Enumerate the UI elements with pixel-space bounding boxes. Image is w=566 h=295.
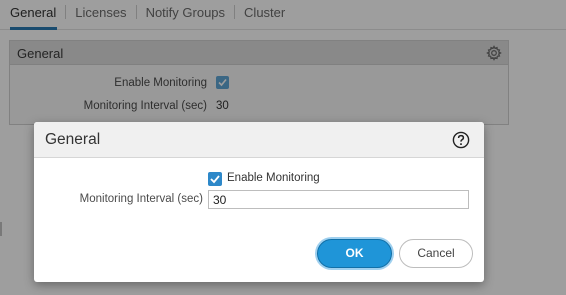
help-icon[interactable] — [452, 131, 470, 149]
enable-monitoring-label[interactable]: Enable Monitoring — [227, 172, 320, 184]
general-dialog: General Enable Monitoring Monitoring Int… — [34, 122, 484, 282]
monitoring-interval-label: Monitoring Interval (sec) — [79, 193, 203, 205]
checkmark-icon — [210, 175, 220, 184]
ok-button[interactable]: OK — [317, 239, 392, 268]
dialog-title: General — [45, 131, 101, 148]
dialog-header: General — [34, 122, 484, 158]
monitoring-interval-input[interactable] — [208, 190, 469, 209]
enable-monitoring-checkbox[interactable] — [208, 172, 222, 186]
cancel-button[interactable]: Cancel — [399, 239, 473, 268]
